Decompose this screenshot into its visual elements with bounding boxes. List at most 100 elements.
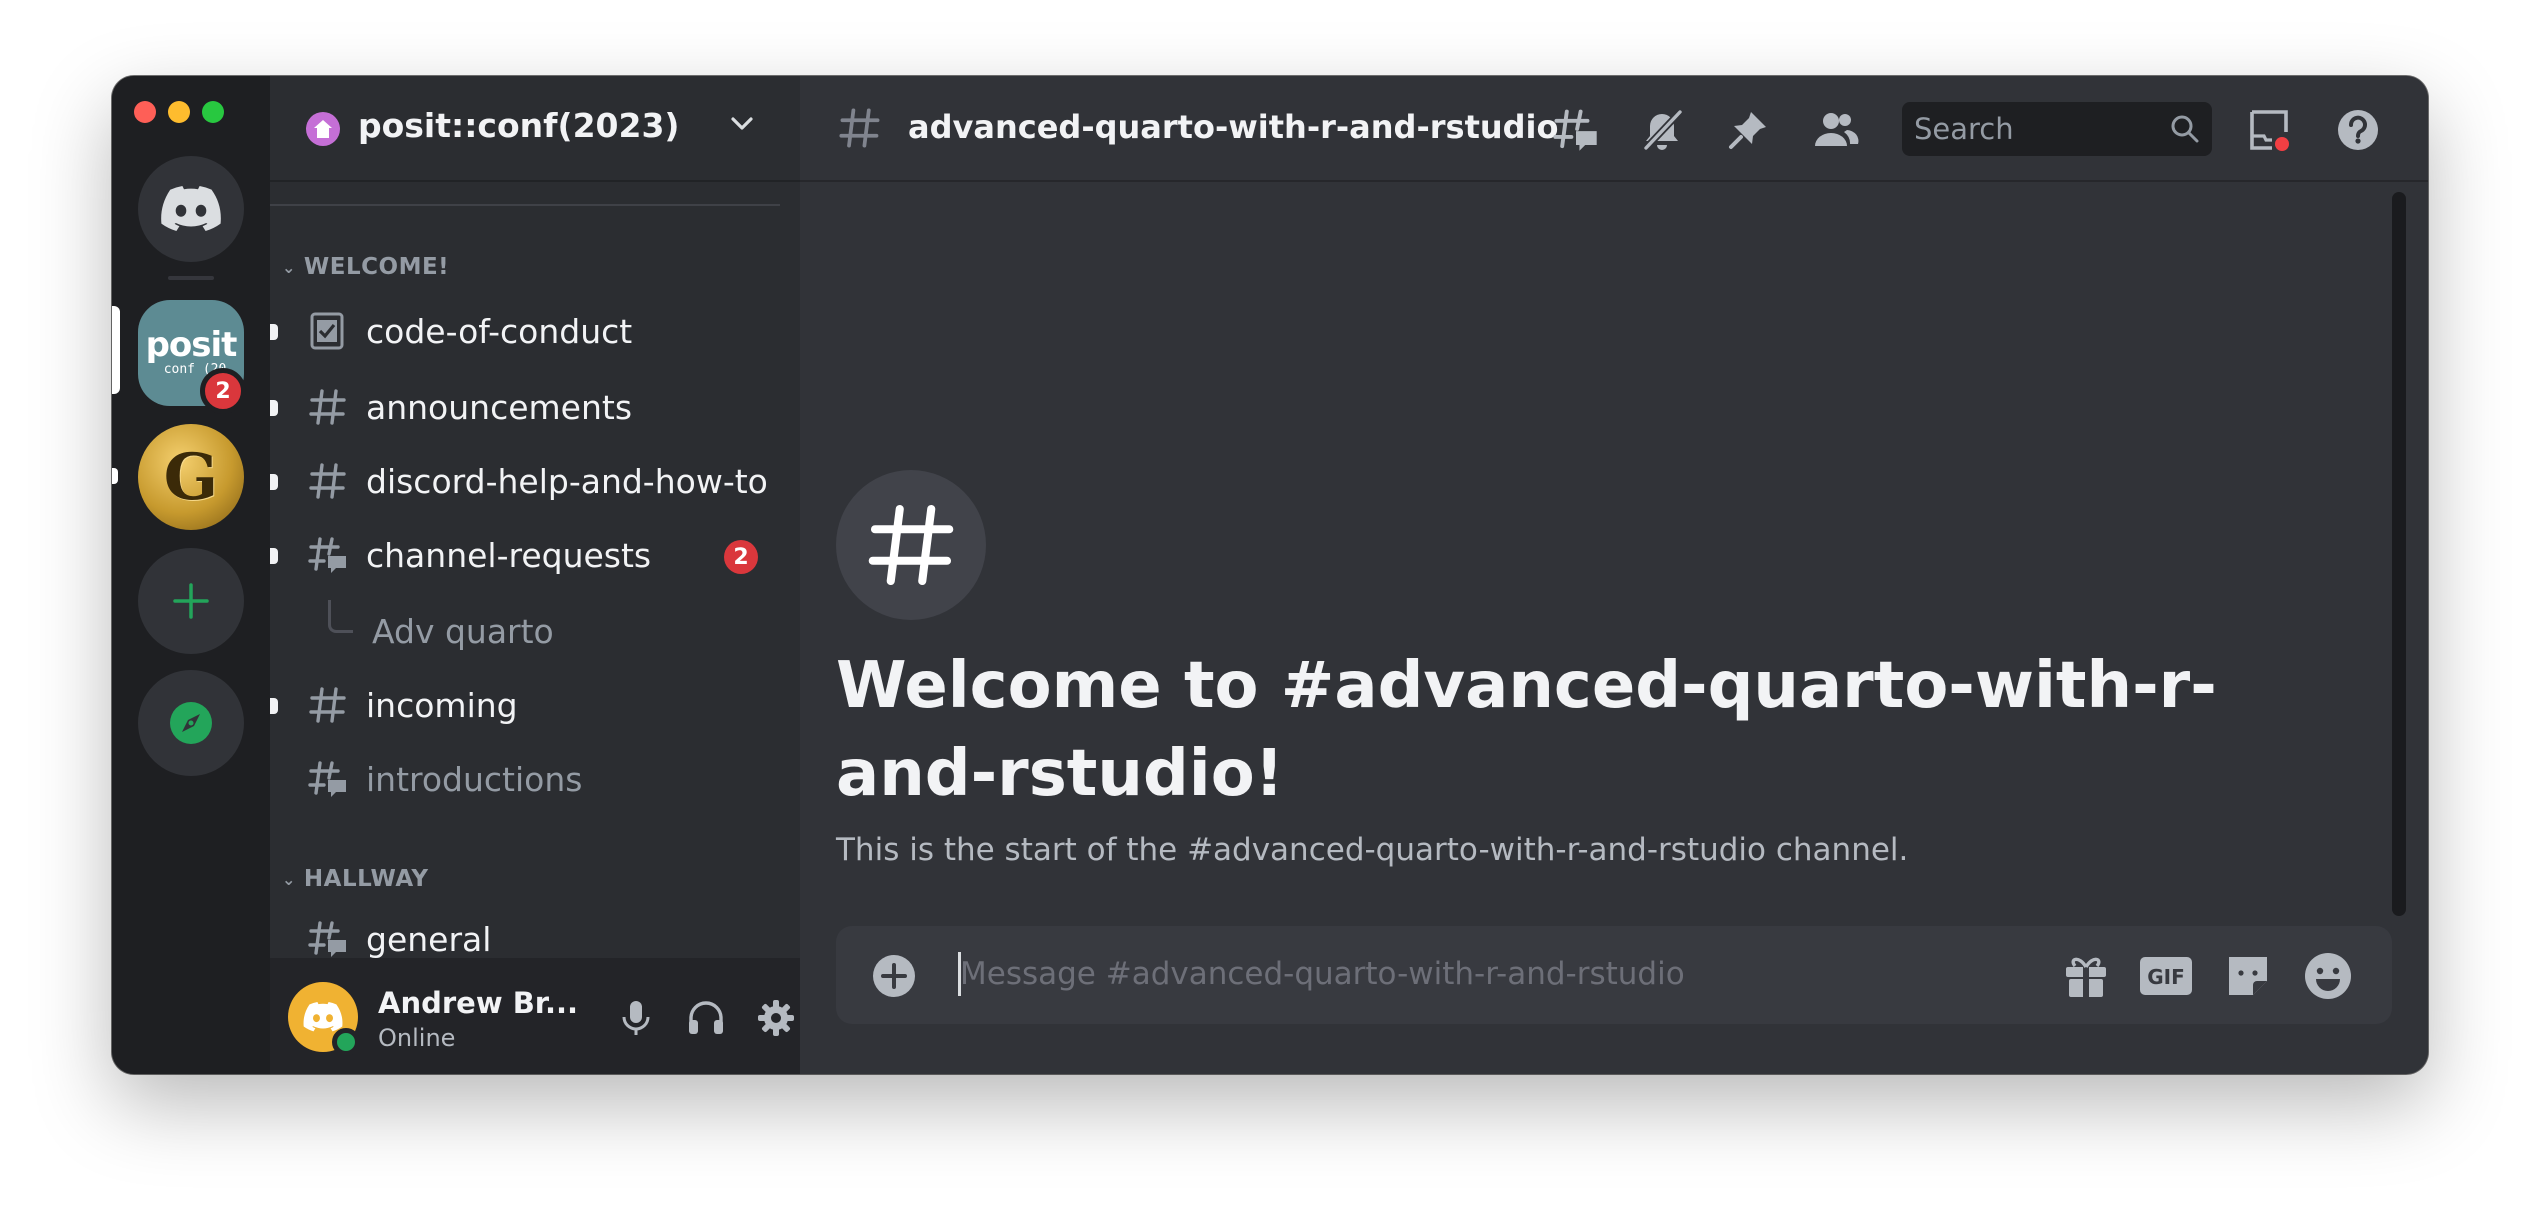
discord-window: posit conf (20 2 G posit::conf(2023) ⌄ W…	[112, 76, 2428, 1074]
category-hallway[interactable]: ⌄ HALLWAY	[282, 866, 429, 892]
channel-header: advanced-quarto-with-r-and-rstudio Searc…	[800, 76, 2428, 180]
scrollbar[interactable]	[2392, 192, 2406, 916]
username: Andrew Br...	[378, 986, 579, 1020]
add-server-button[interactable]	[138, 548, 244, 654]
channel-title: advanced-quarto-with-r-and-rstudio	[908, 108, 1559, 146]
pin-icon	[1729, 112, 1766, 149]
bell-muted-icon	[1643, 109, 1683, 151]
search-icon	[2171, 115, 2199, 143]
gif-icon: GIF	[2140, 957, 2192, 995]
hashtag-icon	[839, 108, 880, 148]
search-placeholder: Search	[1914, 112, 2014, 146]
chat-main: advanced-quarto-with-r-and-rstudio Searc…	[800, 76, 2428, 1074]
server-g-logo: G	[163, 439, 219, 515]
microphone-icon	[622, 1001, 650, 1035]
member-list-button[interactable]	[1812, 106, 1860, 154]
channel-code-of-conduct[interactable]: code-of-conduct	[270, 298, 784, 362]
server-mention-badge: 2	[200, 368, 246, 414]
emoji-icon	[2305, 953, 2351, 999]
guild-boost-icon	[306, 112, 340, 146]
explore-servers-button[interactable]	[138, 670, 244, 776]
members-icon	[1815, 113, 1859, 146]
mute-microphone-button[interactable]	[616, 998, 656, 1038]
direct-messages-button[interactable]	[138, 156, 244, 262]
channel-mention-badge: 2	[724, 540, 758, 574]
sticker-icon	[2229, 957, 2267, 995]
chevron-down-icon[interactable]	[728, 110, 756, 138]
notification-settings-button[interactable]	[1638, 106, 1686, 154]
channel-sidebar: posit::conf(2023) ⌄ WELCOME! code-of-con…	[270, 76, 800, 1074]
svg-text:GIF: GIF	[2147, 965, 2185, 989]
unread-indicator	[270, 474, 278, 490]
guild-header[interactable]: posit::conf(2023)	[270, 76, 800, 180]
channel-general[interactable]: general	[282, 906, 784, 958]
hashtag-icon	[309, 463, 346, 499]
rail-separator	[168, 276, 214, 280]
chevron-down-icon: ⌄	[282, 257, 296, 277]
category-label: HALLWAY	[303, 866, 429, 892]
unread-indicator	[270, 324, 278, 340]
welcome-title: Welcome to #advanced-quarto-with-r-and-r…	[836, 649, 2217, 811]
message-input[interactable]	[960, 948, 1960, 1000]
thread-branch-line	[328, 600, 353, 633]
send-gift-button[interactable]	[2058, 948, 2114, 1004]
plus-circle-icon	[873, 955, 915, 997]
category-label: WELCOME!	[303, 254, 450, 280]
search-box[interactable]: Search	[1902, 102, 2212, 156]
unread-indicator	[270, 698, 278, 714]
channel-name: code-of-conduct	[366, 312, 633, 351]
plus-icon	[173, 583, 209, 619]
rules-checkbox-icon	[310, 312, 344, 350]
gear-icon	[758, 1000, 794, 1036]
category-welcome[interactable]: ⌄ WELCOME!	[282, 254, 449, 280]
guild-name: posit::conf(2023)	[358, 106, 680, 145]
headphones-icon	[689, 1001, 723, 1034]
discord-logo-icon	[303, 1002, 343, 1032]
sidebar-divider	[270, 204, 780, 206]
user-settings-button[interactable]	[756, 998, 796, 1038]
channel-welcome-icon	[836, 470, 986, 620]
channel-incoming[interactable]: incoming	[270, 672, 784, 736]
hashtag-icon	[309, 687, 346, 723]
hashtag-icon	[309, 389, 346, 425]
user-panel: Andrew Br... Online	[270, 958, 800, 1074]
selected-server-indicator	[112, 306, 120, 394]
channel-name: channel-requests	[366, 536, 652, 575]
server-g[interactable]: G	[138, 424, 244, 530]
gif-picker-button[interactable]: GIF	[2138, 948, 2194, 1004]
channel-name: incoming	[366, 686, 518, 725]
help-button[interactable]	[2334, 106, 2382, 154]
window-close-button[interactable]	[134, 101, 156, 123]
threads-button[interactable]	[1552, 106, 1600, 154]
inbox-icon	[2250, 110, 2289, 151]
thread-adv-quarto[interactable]: Adv quarto	[282, 600, 784, 664]
inbox-button[interactable]	[2246, 106, 2294, 154]
pinned-messages-button[interactable]	[1724, 106, 1772, 154]
upload-button[interactable]	[872, 954, 916, 1002]
online-status-indicator	[332, 1028, 360, 1056]
server-posit-logo-text: posit	[145, 325, 238, 365]
forum-channel-icon	[308, 537, 346, 573]
unread-indicator	[270, 400, 278, 416]
message-composer: GIF	[836, 926, 2392, 1024]
server-unread-indicator	[112, 468, 118, 484]
window-minimize-button[interactable]	[168, 101, 190, 123]
channel-discord-help-and-how-to[interactable]: discord-help-and-how-to	[270, 448, 784, 512]
compass-icon	[170, 702, 212, 744]
channel-name: discord-help-and-how-to	[366, 462, 768, 501]
sticker-picker-button[interactable]	[2220, 948, 2276, 1004]
emoji-picker-button[interactable]	[2300, 948, 2356, 1004]
help-icon	[2338, 110, 2378, 150]
chevron-down-icon: ⌄	[282, 869, 296, 889]
forum-channel-icon	[308, 761, 346, 797]
threads-icon	[1553, 109, 1597, 151]
gift-icon	[2066, 957, 2106, 997]
channel-name: general	[366, 920, 492, 958]
deafen-button[interactable]	[686, 998, 726, 1038]
channel-introductions[interactable]: introductions	[282, 746, 784, 810]
channel-announcements[interactable]: announcements	[270, 374, 784, 438]
window-zoom-button[interactable]	[202, 101, 224, 123]
channel-channel-requests[interactable]: channel-requests 2	[270, 522, 784, 586]
server-rail: posit conf (20 2 G	[112, 76, 270, 1074]
channel-name: introductions	[366, 760, 583, 799]
